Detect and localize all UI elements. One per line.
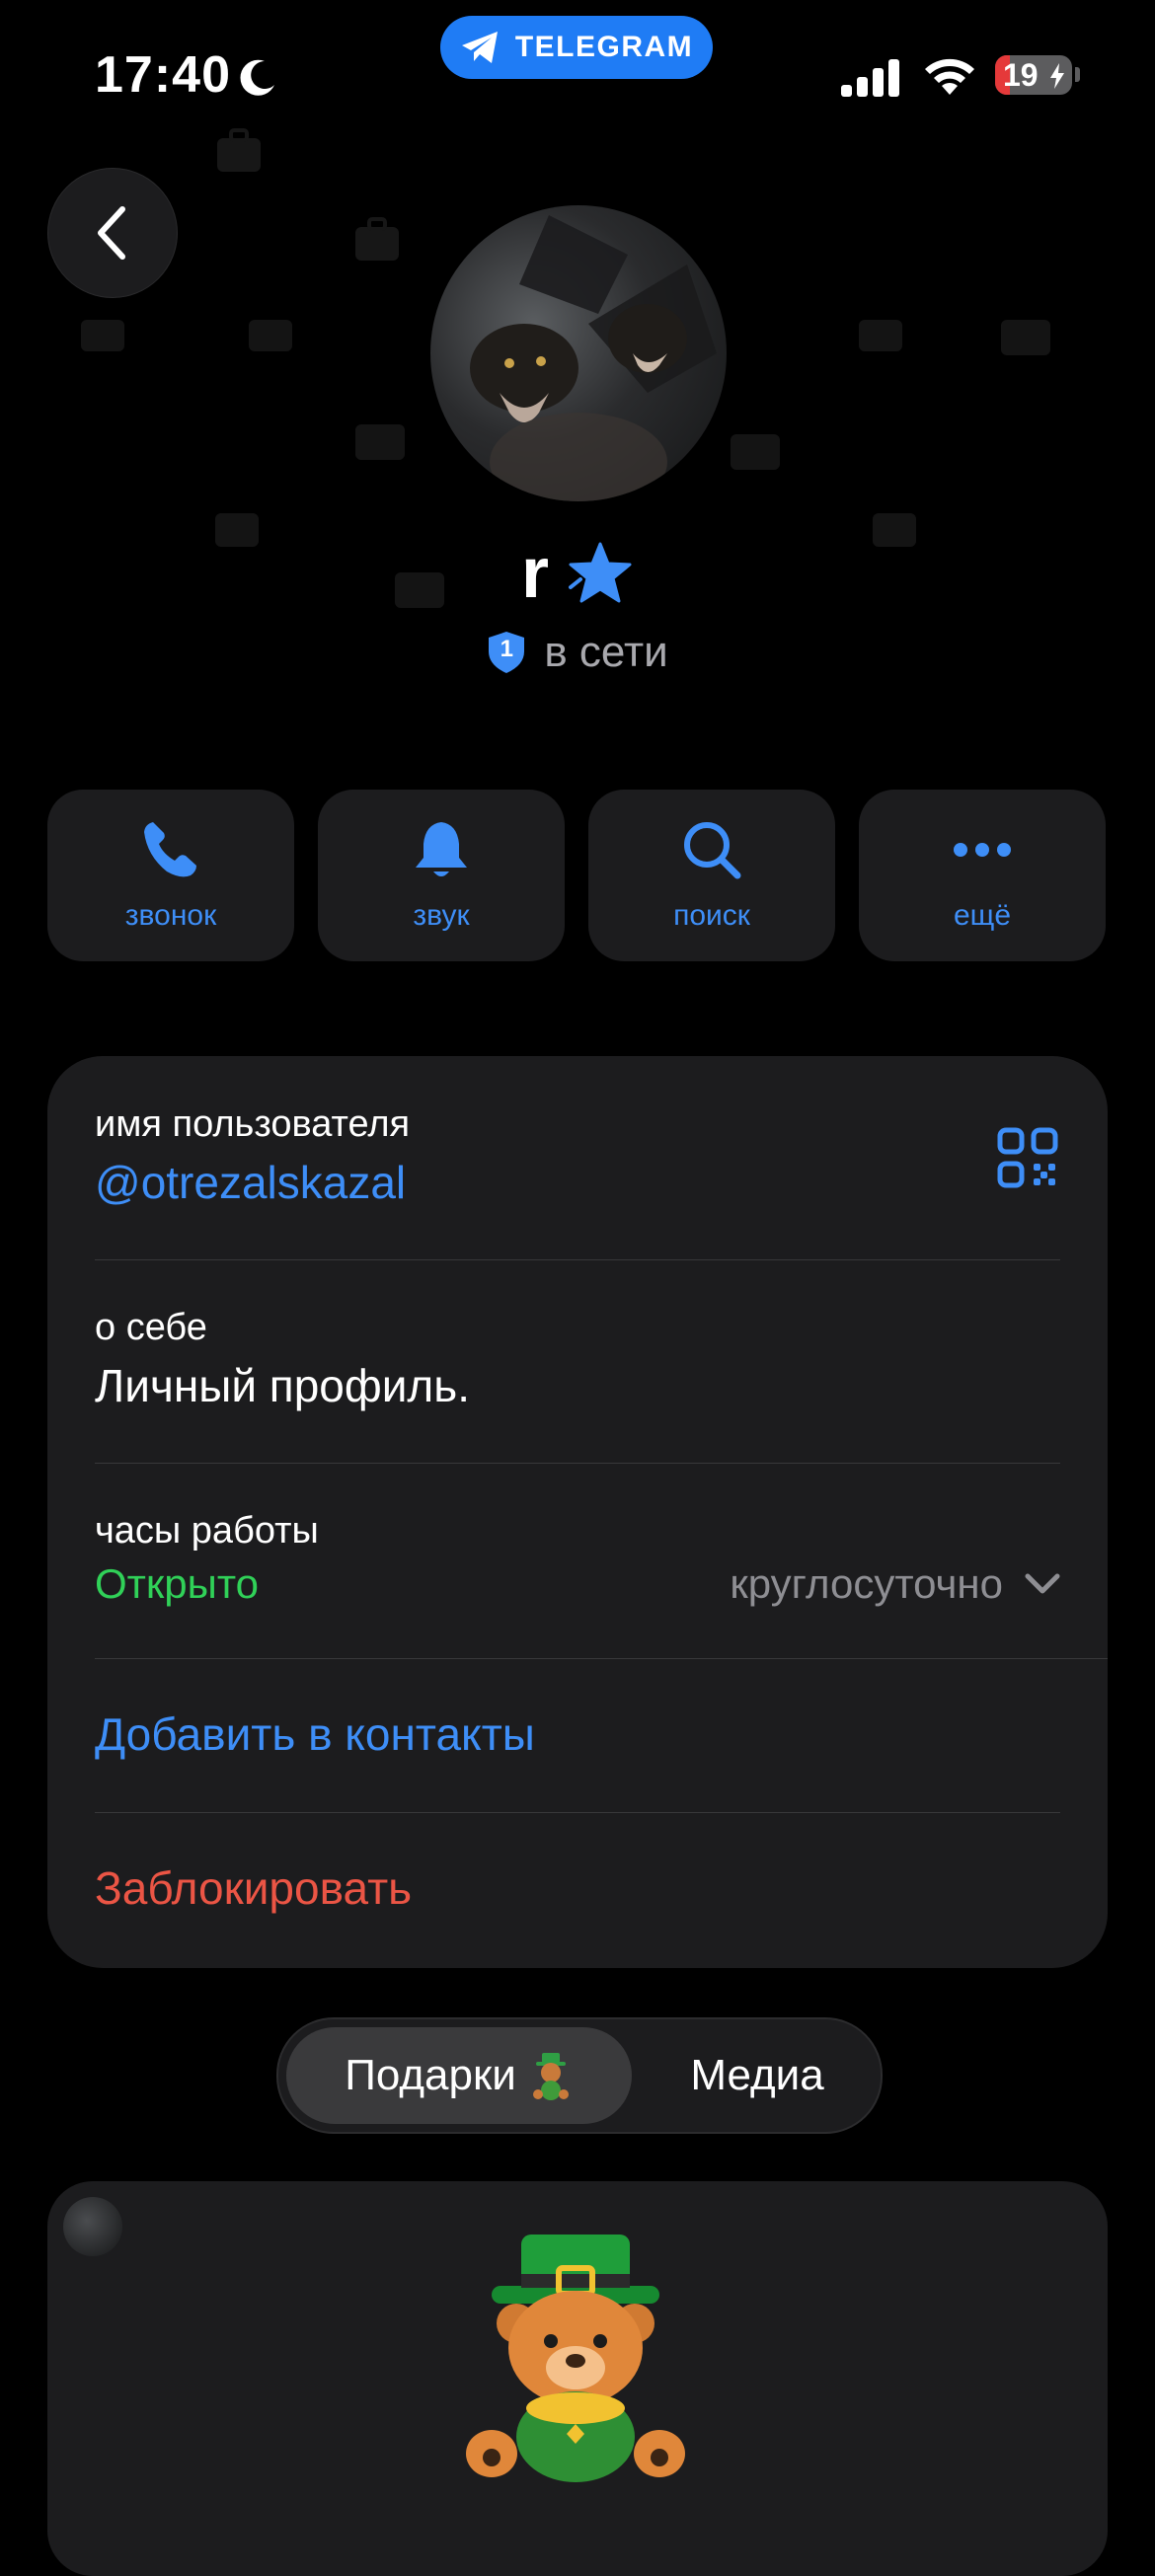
hours-label: часы работы <box>95 1510 319 1552</box>
bell-icon <box>416 822 467 876</box>
tab-media-label: Медиа <box>690 2051 824 2099</box>
tab-gifts-label: Подарки <box>345 2051 516 2099</box>
about-label: о себе <box>95 1307 207 1348</box>
divider <box>95 1259 1060 1260</box>
telegram-plane-icon <box>461 32 498 63</box>
search-button-label: поиск <box>673 899 750 932</box>
profile-info-card: имя пользователя @otrezalskazal о себе Л… <box>47 1056 1108 1968</box>
battery-nub <box>1075 67 1080 82</box>
profile-tabs: Подарки Медиа <box>276 2017 883 2134</box>
gift-sender-avatar <box>63 2197 122 2256</box>
hours-status: Открыто <box>95 1560 259 1607</box>
phone-icon <box>144 822 196 877</box>
qr-code-icon[interactable] <box>997 1127 1058 1188</box>
hours-value: круглосуточно <box>730 1560 1003 1607</box>
ellipsis-icon <box>954 843 1011 857</box>
leprechaun-bear-icon <box>466 2235 685 2482</box>
gift-card[interactable] <box>47 2181 1108 2576</box>
premium-star-icon[interactable] <box>567 542 634 605</box>
username-value[interactable]: @otrezalskazal <box>95 1156 410 1209</box>
level-shield-badge[interactable]: 1 <box>487 630 526 675</box>
tab-media[interactable]: Медиа <box>646 2027 869 2124</box>
about-row: о себе Личный профиль. <box>95 1307 470 1412</box>
charging-bolt-icon <box>1050 63 1064 89</box>
business-hours-row[interactable]: часы работы Открыто круглосуточно <box>95 1510 1060 1608</box>
back-button[interactable] <box>47 168 178 298</box>
wifi-icon <box>925 58 974 95</box>
level-badge-number: 1 <box>500 636 513 662</box>
sound-button[interactable]: звук <box>318 790 565 961</box>
profile-name-row: r <box>0 533 1155 614</box>
avatar-photo <box>470 215 717 501</box>
more-button-label: ещё <box>953 899 1012 932</box>
call-button-label: звонок <box>124 899 217 932</box>
more-button[interactable]: ещё <box>859 790 1106 961</box>
app-pill[interactable]: TELEGRAM <box>440 16 713 79</box>
chevron-left-icon <box>98 206 125 260</box>
status-time: 17:40 <box>95 46 231 104</box>
chevron-down-icon <box>1025 1573 1060 1594</box>
divider <box>95 1463 1060 1464</box>
moon-icon <box>240 59 274 96</box>
username-label: имя пользователя <box>95 1103 411 1145</box>
sound-button-label: звук <box>413 899 470 932</box>
divider <box>95 1658 1108 1659</box>
tab-gifts[interactable]: Подарки <box>286 2027 632 2124</box>
username-row[interactable]: имя пользователя @otrezalskazal <box>95 1103 410 1209</box>
search-button[interactable]: поиск <box>588 790 835 961</box>
avatar[interactable] <box>430 205 727 501</box>
divider <box>95 1812 1060 1813</box>
bear-gift-icon <box>532 2053 569 2100</box>
cellular-signal-icon <box>841 59 899 97</box>
add-to-contacts-button[interactable]: Добавить в контакты <box>95 1707 535 1761</box>
block-user-button[interactable]: Заблокировать <box>95 1861 412 1915</box>
battery-percent: 19 <box>1003 57 1039 93</box>
profile-status-row: 1 в сети <box>0 628 1155 677</box>
call-button[interactable]: звонок <box>47 790 294 961</box>
online-status: в сети <box>544 628 668 676</box>
app-pill-label: TELEGRAM <box>514 31 694 63</box>
profile-name: r <box>520 534 550 613</box>
about-value: Личный профиль. <box>95 1360 470 1411</box>
search-icon <box>684 822 741 879</box>
battery-indicator: 19 <box>995 55 1072 95</box>
